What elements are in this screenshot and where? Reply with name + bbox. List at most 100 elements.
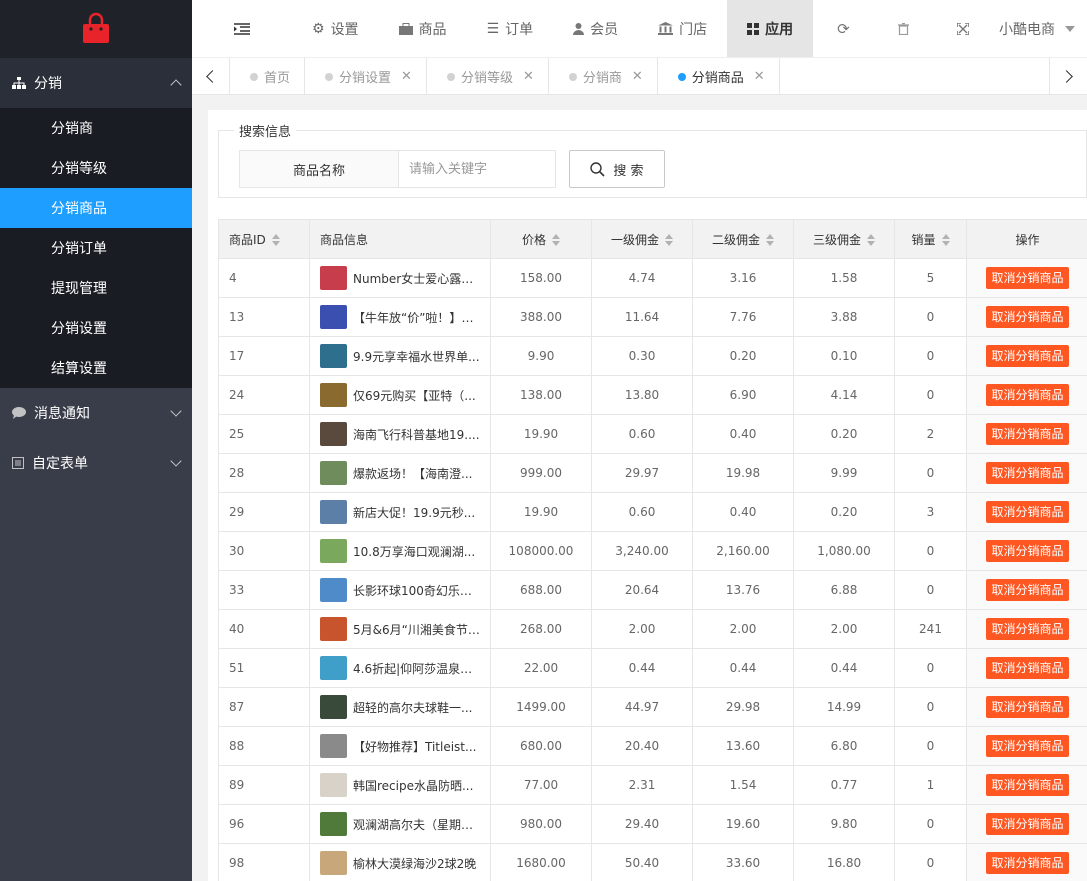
tab-distribution-settings[interactable]: 分销设置 ✕ bbox=[305, 58, 427, 95]
tab-label: 分销商 bbox=[582, 71, 622, 86]
sidebar-item-goods[interactable]: 分销商品 bbox=[0, 188, 192, 228]
caret-down-icon bbox=[1065, 25, 1075, 32]
fullscreen-button[interactable] bbox=[933, 0, 993, 57]
user-name: 小酷电商 bbox=[999, 21, 1055, 38]
cell-sales: 0 bbox=[894, 726, 967, 766]
menu-toggle-button[interactable] bbox=[192, 0, 292, 57]
th-commission-2[interactable]: 二级佣金 bbox=[692, 219, 794, 259]
sidebar-item-orders[interactable]: 分销订单 bbox=[0, 228, 192, 268]
cell-sales: 0 bbox=[894, 453, 967, 493]
cancel-distribution-button[interactable]: 取消分销商品 bbox=[986, 579, 1069, 601]
sort-icon[interactable] bbox=[552, 234, 560, 246]
cancel-distribution-button[interactable]: 取消分销商品 bbox=[986, 306, 1069, 328]
sidebar-item-levels[interactable]: 分销等级 bbox=[0, 148, 192, 188]
cell-goods: 【牛年放“价”啦！】3... bbox=[309, 297, 491, 337]
cancel-distribution-button[interactable]: 取消分销商品 bbox=[986, 696, 1069, 718]
tab-home[interactable]: 首页 bbox=[230, 58, 306, 95]
cell-price: 19.90 bbox=[490, 414, 592, 454]
tab-distribution-levels[interactable]: 分销等级 ✕ bbox=[427, 58, 549, 95]
cell-commission-2: 0.40 bbox=[692, 414, 794, 454]
cancel-distribution-button[interactable]: 取消分销商品 bbox=[986, 423, 1069, 445]
tab-scroll-right[interactable] bbox=[1049, 58, 1087, 95]
sort-icon[interactable] bbox=[665, 234, 673, 246]
goods-name: 4.6折起|仰阿莎温泉小... bbox=[353, 661, 480, 676]
nav-orders[interactable]: ☰ 订单 bbox=[467, 0, 554, 57]
tab-distribution-goods[interactable]: 分销商品 ✕ bbox=[658, 58, 780, 95]
cancel-distribution-button[interactable]: 取消分销商品 bbox=[986, 657, 1069, 679]
cancel-distribution-button[interactable]: 取消分销商品 bbox=[986, 774, 1069, 796]
cancel-distribution-button[interactable]: 取消分销商品 bbox=[986, 501, 1069, 523]
tab-distributors[interactable]: 分销商 ✕ bbox=[549, 58, 658, 95]
close-icon[interactable]: ✕ bbox=[632, 69, 643, 84]
goods-thumbnail bbox=[320, 656, 347, 680]
menu-group-forms[interactable]: 自定表单 bbox=[0, 438, 192, 488]
table-row: 4 Number女士爱心露指... 158.00 4.74 3.16 1.58 5 取消分销商… bbox=[218, 258, 1087, 298]
cell-id: 88 bbox=[218, 726, 310, 766]
goods-name: 【好物推荐】Titleist... bbox=[353, 739, 477, 754]
th-commission-1[interactable]: 一级佣金 bbox=[591, 219, 693, 259]
cell-commission-1: 2.31 bbox=[591, 765, 693, 805]
tab-label: 首页 bbox=[264, 71, 291, 86]
cancel-distribution-button[interactable]: 取消分销商品 bbox=[986, 618, 1069, 640]
goods-info: Number女士爱心露指... bbox=[320, 266, 480, 290]
shopping-bag-icon bbox=[83, 12, 109, 43]
cell-commission-3: 0.44 bbox=[793, 648, 895, 688]
cancel-distribution-button[interactable]: 取消分销商品 bbox=[986, 267, 1069, 289]
search-legend: 搜索信息 bbox=[234, 121, 297, 140]
nav-members[interactable]: 会员 bbox=[553, 0, 638, 57]
cancel-distribution-button[interactable]: 取消分销商品 bbox=[986, 813, 1069, 835]
cancel-distribution-button[interactable]: 取消分销商品 bbox=[986, 384, 1069, 406]
table-row: 96 观澜湖高尔夫（星期+... 980.00 29.40 19.60 9.80 0 取消分销… bbox=[218, 804, 1087, 844]
goods-info: 9.9元享幸福水世界单... bbox=[320, 344, 480, 368]
cancel-distribution-button[interactable]: 取消分销商品 bbox=[986, 540, 1069, 562]
sidebar-item-settings[interactable]: 分销设置 bbox=[0, 308, 192, 348]
sort-icon[interactable] bbox=[271, 234, 280, 246]
th-sales[interactable]: 销量 bbox=[894, 219, 967, 259]
refresh-button[interactable]: ⟳ bbox=[813, 0, 874, 57]
user-menu[interactable]: 小酷电商 bbox=[999, 0, 1087, 57]
goods-name: Number女士爱心露指... bbox=[353, 271, 480, 286]
cell-commission-1: 0.60 bbox=[591, 492, 693, 532]
cell-commission-2: 0.44 bbox=[692, 648, 794, 688]
th-commission-3[interactable]: 三级佣金 bbox=[793, 219, 895, 259]
nav-apps[interactable]: 应用 bbox=[727, 0, 814, 57]
search-input[interactable] bbox=[398, 150, 556, 188]
cell-commission-3: 9.99 bbox=[793, 453, 895, 493]
clear-button[interactable] bbox=[874, 0, 933, 57]
sidebar-item-settlement[interactable]: 结算设置 bbox=[0, 348, 192, 388]
close-icon[interactable]: ✕ bbox=[401, 69, 412, 84]
cell-actions: 取消分销商品 bbox=[966, 843, 1087, 881]
sort-icon[interactable] bbox=[941, 234, 950, 246]
close-icon[interactable]: ✕ bbox=[523, 69, 534, 84]
cancel-distribution-button[interactable]: 取消分销商品 bbox=[986, 852, 1069, 874]
nav-goods[interactable]: 商品 bbox=[379, 0, 467, 57]
th-price[interactable]: 价格 bbox=[490, 219, 592, 259]
tab-dot bbox=[250, 72, 258, 81]
th-id[interactable]: 商品ID bbox=[218, 219, 310, 259]
cancel-distribution-button[interactable]: 取消分销商品 bbox=[986, 462, 1069, 484]
tab-dot bbox=[677, 72, 686, 81]
cell-actions: 取消分销商品 bbox=[966, 258, 1087, 298]
close-icon[interactable]: ✕ bbox=[754, 69, 765, 84]
nav-stores[interactable]: 门店 bbox=[638, 0, 727, 57]
list-icon: ☰ bbox=[486, 20, 500, 37]
sort-icon[interactable] bbox=[766, 234, 774, 246]
cancel-distribution-button[interactable]: 取消分销商品 bbox=[986, 735, 1069, 757]
goods-name: 海南飞行科普基地19.... bbox=[353, 427, 480, 442]
cell-price: 388.00 bbox=[490, 297, 592, 337]
sort-icon[interactable] bbox=[867, 234, 875, 246]
tab-scroll-left[interactable] bbox=[192, 58, 230, 95]
sidebar-item-withdraw[interactable]: 提现管理 bbox=[0, 268, 192, 308]
menu-group-distribution[interactable]: 分销 bbox=[0, 58, 192, 108]
submenu-distribution: 分销商 分销等级 分销商品 分销订单 提现管理 分销设置 结算设置 bbox=[0, 108, 192, 388]
cancel-distribution-button[interactable]: 取消分销商品 bbox=[986, 345, 1069, 367]
cell-price: 1680.00 bbox=[490, 843, 592, 881]
cell-commission-2: 19.98 bbox=[692, 453, 794, 493]
sidebar-item-distributors[interactable]: 分销商 bbox=[0, 108, 192, 148]
search-button[interactable]: 搜 索 bbox=[569, 150, 665, 188]
goods-thumbnail bbox=[320, 812, 347, 836]
nav-settings[interactable]: ⚙ 设置 bbox=[292, 0, 379, 57]
logo[interactable] bbox=[0, 0, 192, 58]
menu-group-notifications[interactable]: 消息通知 bbox=[0, 388, 192, 438]
cell-price: 158.00 bbox=[490, 258, 592, 298]
